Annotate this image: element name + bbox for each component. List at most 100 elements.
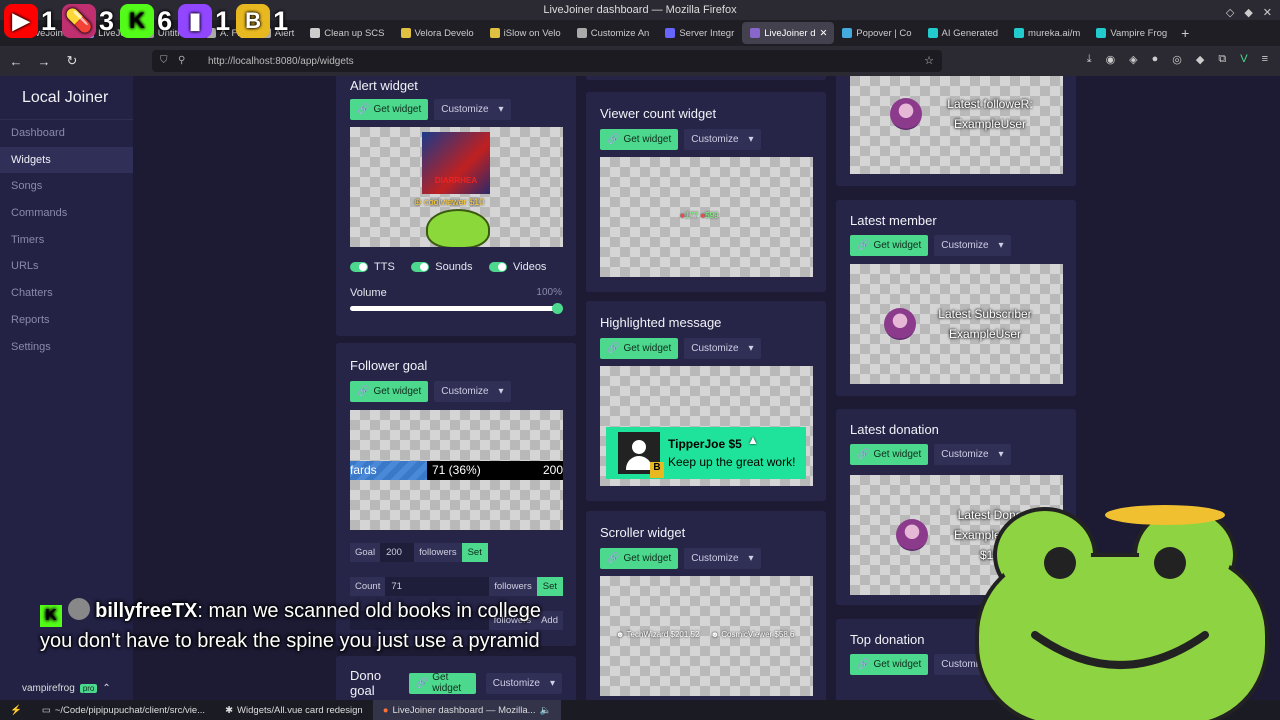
sidebar-item-chatters[interactable]: Chatters — [0, 280, 133, 307]
shield-icon[interactable]: ⛉ — [160, 55, 172, 67]
frog-right-pupil — [1154, 547, 1186, 579]
get-widget-button[interactable]: 🔗 Get widget — [850, 444, 929, 465]
extension-icon[interactable]: ● — [1152, 53, 1159, 66]
scroller-widget-card: Scroller widget 🔗 Get widget Customize ▾ ☻… — [586, 511, 826, 700]
browser-tab[interactable]: Clean up SCS — [302, 22, 392, 44]
get-widget-button[interactable]: 🔗 Get widget — [600, 129, 679, 150]
customize-dropdown[interactable]: Customize▾ — [684, 129, 761, 150]
videos-toggle[interactable]: Videos — [489, 261, 546, 273]
mouse-cursor-icon: ▲ — [747, 433, 759, 447]
link-icon: 🔗 — [607, 553, 620, 564]
forward-icon[interactable]: → — [32, 54, 56, 69]
vue-devtools-icon[interactable]: V — [1240, 53, 1247, 66]
frog-mascot-overlay — [975, 505, 1269, 720]
link-icon: 🔗 — [857, 449, 870, 460]
app-brand[interactable]: Local Joiner — [0, 76, 133, 120]
latest-follower-text: Latest followeR: ExampleUser — [947, 97, 1033, 131]
customize-dropdown[interactable]: Customize▾ — [434, 381, 511, 402]
stream-stat: K6 — [120, 4, 172, 38]
menu-icon[interactable]: ≡ — [1262, 53, 1268, 66]
get-widget-button[interactable]: 🔗 Get widget — [350, 99, 429, 120]
viewer-count-title: Viewer count widget — [600, 106, 717, 121]
extension-icon[interactable]: ◎ — [1172, 53, 1182, 66]
customize-dropdown[interactable]: Customize▾ — [684, 548, 761, 569]
browser-tab[interactable]: iSlow on Velo — [482, 22, 569, 44]
new-tab-icon[interactable]: + — [1181, 25, 1189, 41]
scroller-widget-title: Scroller widget — [600, 525, 686, 540]
taskbar-item-terminal[interactable]: ▭ ~/Code/pipipupuchat/client/src/vie... — [32, 700, 215, 720]
speaker-icon: 🔈 — [539, 704, 552, 716]
tts-toggle[interactable]: TTS — [350, 261, 395, 273]
customize-dropdown[interactable]: Customize▾ — [934, 444, 1011, 465]
extension-icon[interactable]: ◆ — [1196, 53, 1204, 66]
toggle-switch-icon[interactable] — [411, 262, 430, 272]
url-bar[interactable]: ⛉ ⚲ http://localhost:8080/app/widgets ☆ — [152, 50, 942, 72]
browser-tab[interactable]: Popover | Co — [834, 22, 919, 44]
customize-dropdown[interactable]: Customize▾ — [934, 235, 1011, 256]
volume-slider-fill — [350, 306, 558, 311]
sidebar-item-songs[interactable]: Songs — [0, 173, 133, 200]
close-tab-icon[interactable]: ✕ — [819, 28, 827, 39]
taskbar-item-editor[interactable]: ✱ Widgets/All.vue card redesign — [215, 700, 373, 720]
sidebar-item-settings[interactable]: Settings — [0, 334, 133, 361]
url-text[interactable]: http://localhost:8080/app/widgets — [208, 56, 354, 67]
stream-stat: B1 — [236, 4, 288, 38]
reload-icon[interactable]: ↻ — [60, 53, 84, 69]
sidebar-item-commands[interactable]: Commands — [0, 200, 133, 227]
get-widget-button[interactable]: 🔗 Get widget — [600, 338, 679, 359]
start-icon[interactable]: ⚡ — [0, 700, 32, 720]
chevron-down-icon: ▾ — [998, 449, 1004, 460]
sidebar-item-urls[interactable]: URLs — [0, 253, 133, 280]
get-widget-button[interactable]: 🔗 Get widget — [850, 654, 929, 675]
volume-slider-handle[interactable] — [552, 303, 563, 314]
firefox-icon: ● — [382, 704, 389, 716]
get-widget-button[interactable]: 🔗 Get widget — [350, 381, 429, 402]
get-widget-button[interactable]: 🔗 Get widget — [600, 548, 679, 569]
twitch-icon: ▮ — [178, 4, 213, 38]
highlighted-message-banner: B TipperJoe $5 Keep up the great work! — [606, 427, 806, 479]
taskbar-item-firefox[interactable]: ● LiveJoiner dashboard — Mozilla... 🔈 — [372, 700, 562, 720]
extension-icon[interactable]: ◈ — [1129, 53, 1137, 66]
alert-preview: DIARRHEA ⊕ coolviewer $10 — [350, 127, 563, 247]
goal-input[interactable]: 200 — [380, 543, 415, 562]
pill-icon: 💊 — [62, 4, 97, 38]
stream-stats-overlay: ▶ 1 💊 3 K 6 ▮ 1 B 1 — [4, 4, 288, 38]
browser-tab[interactable]: mureka.ai/m — [1006, 22, 1088, 44]
get-widget-button[interactable]: 🔗 Get widget — [408, 672, 476, 694]
bookmark-star-icon[interactable]: ☆ — [924, 54, 934, 67]
highlighted-name: TipperJoe $5 — [668, 437, 742, 451]
toggle-switch-icon[interactable] — [350, 262, 368, 272]
navigation-bar: ← → ↻ ⛉ ⚲ http://localhost:8080/app/widg… — [0, 46, 1280, 76]
set-count-button[interactable]: Set — [536, 577, 563, 596]
page-info-icon[interactable]: ⚲ — [178, 55, 190, 67]
customize-dropdown[interactable]: Customize▾ — [485, 672, 562, 694]
browser-tab[interactable]: LiveJoiner d ✕ — [742, 22, 835, 44]
volume-slider[interactable] — [350, 303, 563, 314]
back-icon[interactable]: ← — [4, 54, 28, 69]
latest-member-text: Latest Subscriber ExampleUser — [938, 307, 1032, 341]
sidebar-item-dashboard[interactable]: Dashboard — [0, 120, 133, 147]
browser-tab[interactable]: Customize An — [569, 22, 658, 44]
customize-dropdown[interactable]: Customize▾ — [684, 338, 761, 359]
extensions-icon[interactable]: ⧉ — [1218, 53, 1226, 66]
count-input[interactable]: 71 — [385, 577, 490, 596]
sidebar-item-timers[interactable]: Timers — [0, 227, 133, 254]
pro-badge: pro — [79, 684, 98, 693]
set-goal-button[interactable]: Set — [461, 543, 488, 562]
sidebar-item-widgets[interactable]: Widgets — [0, 146, 133, 174]
browser-tab[interactable]: Server Integr — [657, 22, 742, 44]
sidebar-item-reports[interactable]: Reports — [0, 307, 133, 334]
frog-hat — [1105, 505, 1225, 525]
account-icon[interactable]: ◉ — [1106, 53, 1116, 66]
browser-tab[interactable]: AI Generated — [920, 22, 1007, 44]
browser-tab[interactable]: Velora Develo — [393, 22, 482, 44]
count-input-row: Count 71 followers Set — [350, 577, 563, 596]
toggle-switch-icon[interactable] — [489, 262, 507, 272]
downloads-icon[interactable]: ⤓ — [1087, 53, 1092, 66]
customize-dropdown[interactable]: Customize▾ — [434, 99, 511, 120]
tab-label: AI Generated — [941, 27, 999, 39]
get-widget-button[interactable]: 🔗 Get widget — [850, 235, 929, 256]
dono-goal-title: Dono goal — [350, 668, 382, 698]
sounds-toggle[interactable]: Sounds — [411, 261, 473, 273]
browser-tab[interactable]: Vampire Frog — [1088, 22, 1175, 44]
